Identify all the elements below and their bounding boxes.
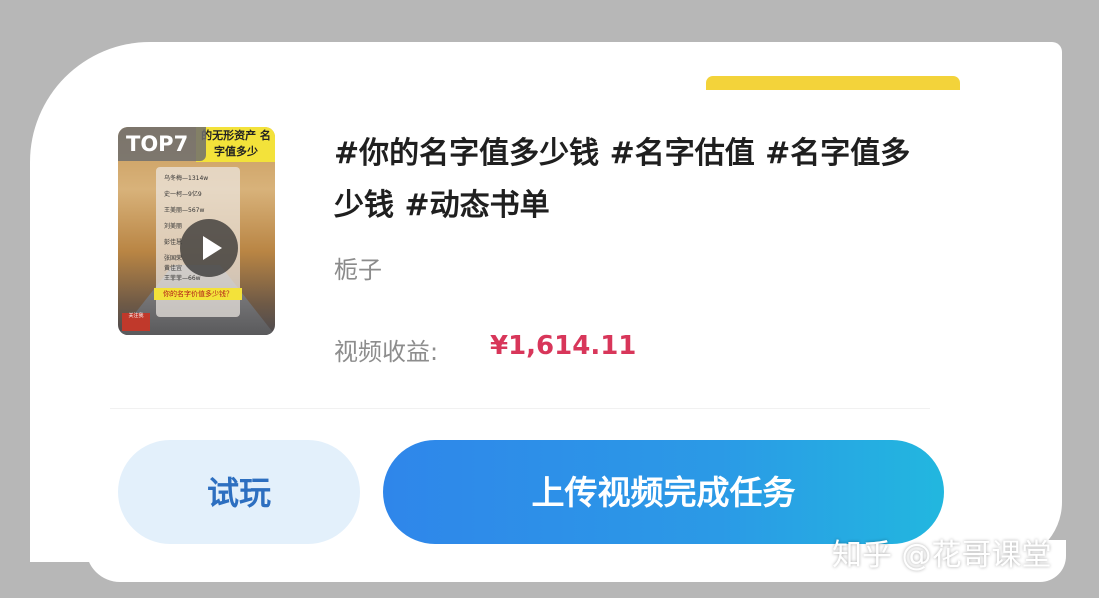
play-icon[interactable] [180,219,238,277]
video-author: 栀子 [334,256,382,284]
thumbnail-line: 史一柯—9亿9 [164,191,202,198]
thumbnail-footer: 你的名字价值多少钱？ [154,288,242,300]
thumbnail-line: 乌冬梅—1314w [164,175,209,182]
thumbnail-line: 王美丽—567w [164,207,205,214]
video-title: #你的名字值多少钱 #名字估值 #名字值多少钱 #动态书单 [334,136,911,223]
thumbnail-stamp: 关注我 [122,313,150,331]
earnings-label: 视频收益: [334,338,439,366]
thumbnail-badge: TOP7 [118,127,206,161]
divider [110,408,930,409]
video-thumbnail[interactable]: 的无形资产 名字值多少 TOP7 乌冬梅—1314w 史一柯—9亿9 王美丽—5… [118,127,275,335]
thumbnail-banner: 的无形资产 名字值多少 [196,127,275,162]
earnings-value: ¥1,614.11 [490,331,637,361]
watermark: 知乎 @花哥课堂 [832,538,1052,573]
card-tab-accent [706,76,960,90]
upload-video-button[interactable]: 上传视频完成任务 [383,440,944,544]
try-button[interactable]: 试玩 [118,440,360,544]
